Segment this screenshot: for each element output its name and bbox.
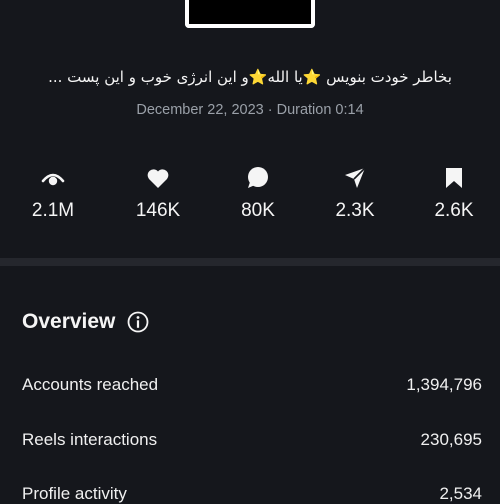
row-value: 230,695	[420, 430, 482, 449]
post-caption: بخاطر خودت بنویس ⭐یا الله⭐و این انرژی خو…	[48, 68, 452, 86]
heart-icon	[118, 164, 198, 192]
engagement-stats: 2.1M 146K 80K 2.3K 2.6K	[0, 164, 500, 234]
post-meta: December 22, 2023 · Duration 0:14	[0, 102, 500, 118]
row-value: 1,394,796	[406, 375, 482, 394]
stat-saves-value: 2.6K	[434, 200, 474, 221]
stat-comments-value: 80K	[241, 200, 275, 221]
row-label: Reels interactions	[22, 430, 158, 449]
share-icon	[315, 164, 395, 192]
post-duration: Duration 0:14	[276, 102, 364, 118]
stat-shares: 2.3K	[315, 164, 395, 222]
stat-plays-value: 2.1M	[31, 200, 75, 221]
row-label: Accounts reached	[22, 375, 159, 394]
overview-row-reels-interactions[interactable]: Reels interactions 230,695	[22, 430, 482, 450]
info-icon[interactable]	[127, 311, 149, 333]
section-divider	[0, 258, 500, 266]
stat-likes-value: 146K	[135, 200, 181, 221]
stat-comments: 80K	[218, 164, 298, 222]
overview-header: Overview	[22, 310, 149, 334]
stat-plays: 2.1M	[13, 164, 93, 222]
stat-saves: 2.6K	[414, 164, 494, 222]
bookmark-icon	[414, 164, 494, 192]
row-value: 2,534	[439, 484, 482, 503]
meta-separator: ·	[267, 102, 277, 118]
stat-shares-value: 2.3K	[335, 200, 375, 221]
reel-thumbnail[interactable]	[185, 0, 315, 28]
row-label: Profile activity	[22, 484, 127, 503]
eye-icon	[13, 164, 93, 192]
overview-row-profile-activity[interactable]: Profile activity 2,534	[22, 484, 482, 504]
stat-likes: 146K	[118, 164, 198, 222]
overview-row-accounts-reached[interactable]: Accounts reached 1,394,796	[22, 375, 482, 395]
comment-icon	[218, 164, 298, 192]
overview-title: Overview	[22, 310, 116, 333]
post-date: December 22, 2023	[136, 102, 264, 118]
